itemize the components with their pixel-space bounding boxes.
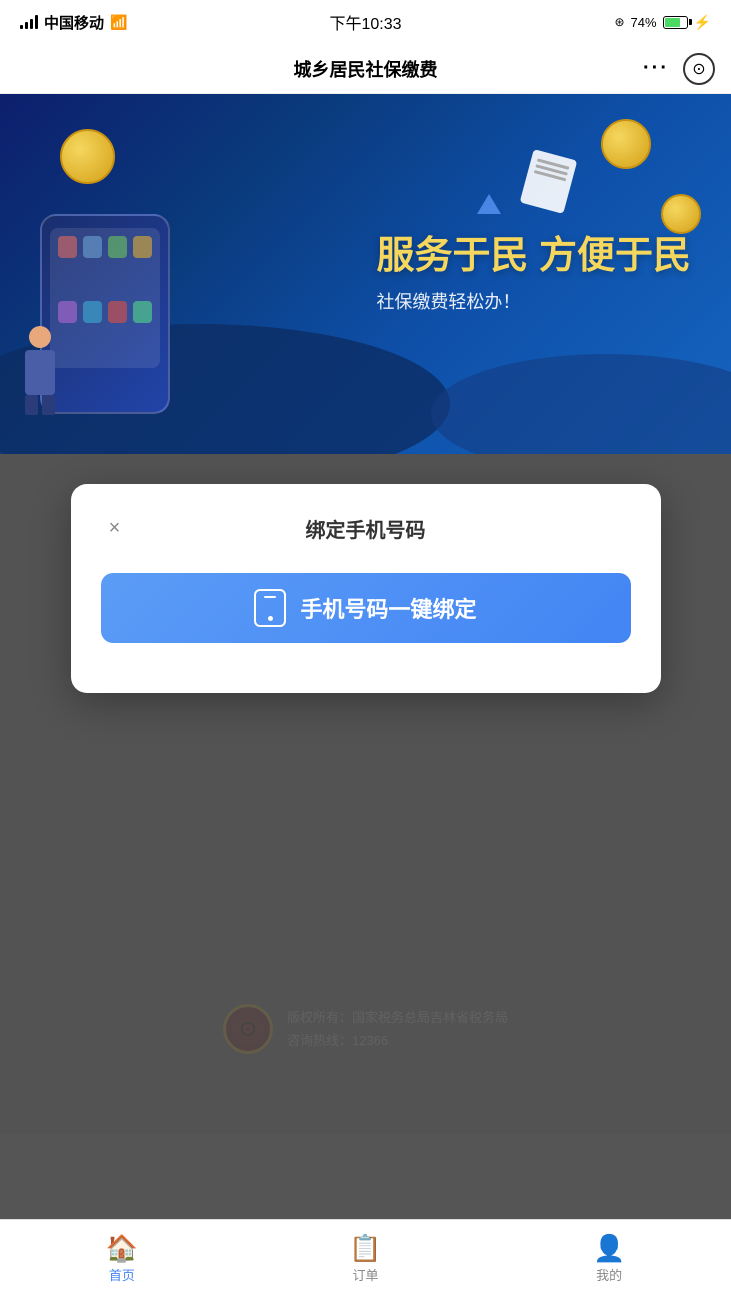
status-right: ⊛ 74% ⚡ [614,14,711,31]
more-button[interactable]: ··· [643,57,669,80]
wifi-icon: 📶 [110,14,127,31]
modal-title: 绑定手机号码 [306,514,426,543]
tab-profile-label: 我的 [596,1265,622,1284]
phone-icon [254,589,286,627]
page-title: 城乡居民社保缴费 [294,56,438,82]
coin-decoration-1 [60,129,115,184]
nav-actions: ··· ⊙ [643,53,715,85]
bind-phone-button[interactable]: 手机号码一键绑定 [101,573,631,643]
bind-phone-label: 手机号码一键绑定 [300,592,476,624]
content-area: × 绑定手机号码 手机号码一键绑定 ⊙ 版权所有：国家税务总局吉林省税务局 咨询… [0,454,731,1134]
person-illustration [20,326,60,416]
tab-orders[interactable]: 📋 订单 [244,1235,488,1284]
bind-phone-modal: × 绑定手机号码 手机号码一键绑定 [71,484,661,693]
document-decoration [520,149,578,214]
time-label: 下午10:33 [329,10,401,34]
tab-home-label: 首页 [109,1265,135,1284]
modal-header: × 绑定手机号码 [101,514,631,543]
hill-decoration-2 [431,354,731,454]
lock-icon: ⊛ [614,15,624,29]
status-left: 中国移动 📶 [20,12,127,33]
hero-banner: 服务于民 方便于民 社保缴费轻松办！ [0,94,731,454]
profile-icon: 👤 [593,1235,625,1261]
tab-orders-label: 订单 [353,1265,379,1284]
signal-icon [20,15,38,29]
hero-subtitle: 社保缴费轻松办！ [376,288,691,314]
modal-wrapper: × 绑定手机号码 手机号码一键绑定 [0,454,731,1134]
tab-bar: 🏠 首页 📋 订单 👤 我的 [0,1219,731,1299]
orders-icon: 📋 [349,1235,381,1261]
charging-icon: ⚡ [694,14,711,31]
tab-profile[interactable]: 👤 我的 [487,1235,731,1284]
coin-decoration-3 [661,194,701,234]
coin-decoration-2 [601,119,651,169]
carrier-label: 中国移动 [44,12,104,33]
record-button[interactable]: ⊙ [683,53,715,85]
nav-bar: 城乡居民社保缴费 ··· ⊙ [0,44,731,94]
status-bar: 中国移动 📶 下午10:33 ⊛ 74% ⚡ [0,0,731,44]
hero-text-block: 服务于民 方便于民 社保缴费轻松办！ [376,234,691,314]
battery-percent-label: 74% [631,15,657,30]
arrow-decoration [477,194,501,214]
tab-home[interactable]: 🏠 首页 [0,1235,244,1284]
modal-close-button[interactable]: × [101,515,129,543]
hero-main-title: 服务于民 方便于民 [376,234,691,280]
record-icon: ⊙ [692,59,705,79]
home-icon: 🏠 [106,1235,138,1261]
battery-icon [663,16,688,29]
